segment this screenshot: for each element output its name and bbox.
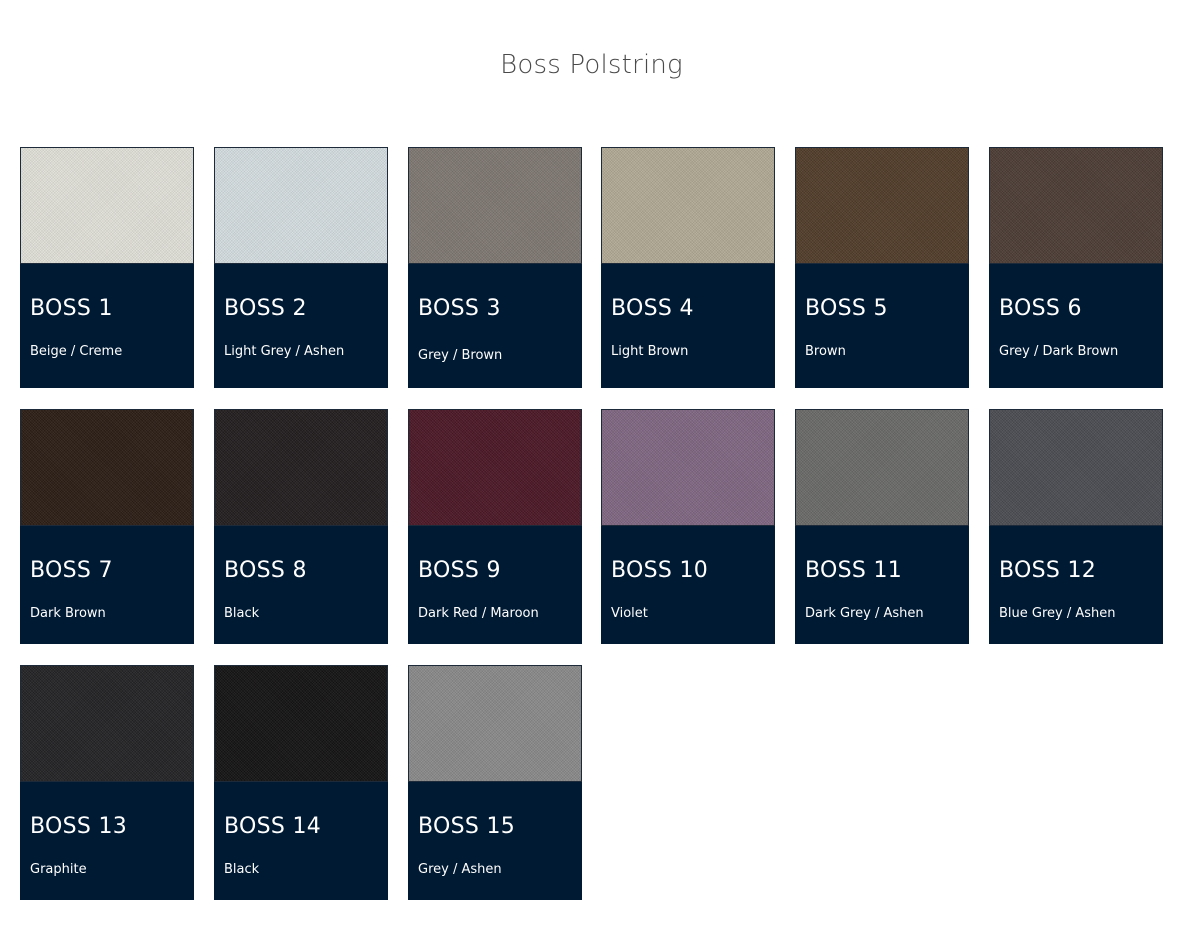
swatch-card-boss-12[interactable]: BOSS 12 Blue Grey / Ashen [989,409,1163,644]
swatch-card-boss-14[interactable]: BOSS 14 Black [214,665,388,900]
swatch-card-boss-8[interactable]: BOSS 8 Black [214,409,388,644]
swatch-color-name: Dark Grey / Ashen [805,606,924,621]
swatch-code: BOSS 5 [805,296,888,321]
fabric-swatch [795,147,969,264]
swatch-code: BOSS 9 [418,558,501,583]
fabric-swatch [214,409,388,526]
fabric-swatch [601,409,775,526]
swatch-card-boss-11[interactable]: BOSS 11 Dark Grey / Ashen [795,409,969,644]
fabric-swatch [408,147,582,264]
swatch-code: BOSS 8 [224,558,307,583]
fabric-swatch [989,147,1163,264]
swatch-code: BOSS 10 [611,558,709,583]
swatch-code: BOSS 14 [224,814,322,839]
swatch-color-name: Dark Red / Maroon [418,606,539,621]
swatch-color-name: Beige / Creme [30,344,123,359]
swatch-card-boss-1[interactable]: BOSS 1 Beige / Creme [20,147,194,388]
swatch-code: BOSS 12 [999,558,1097,583]
swatch-card-boss-6[interactable]: BOSS 6 Grey / Dark Brown [989,147,1163,388]
fabric-swatch [989,409,1163,526]
swatch-code: BOSS 11 [805,558,903,583]
swatch-card-boss-7[interactable]: BOSS 7 Dark Brown [20,409,194,644]
swatch-color-name: Brown [805,344,846,359]
swatch-color-name: Grey / Brown [418,348,503,363]
swatch-code: BOSS 1 [30,296,113,321]
fabric-swatch [20,147,194,264]
swatch-color-name: Graphite [30,862,87,877]
swatch-code: BOSS 6 [999,296,1082,321]
page-title: Boss Polstring [500,50,683,80]
swatch-card-boss-13[interactable]: BOSS 13 Graphite [20,665,194,900]
fabric-swatch [795,409,969,526]
fabric-swatch [214,147,388,264]
swatch-color-name: Grey / Dark Brown [999,344,1119,359]
fabric-swatch [601,147,775,264]
swatch-code: BOSS 15 [418,814,516,839]
fabric-swatch [408,665,582,782]
swatch-card-boss-10[interactable]: BOSS 10 Violet [601,409,775,644]
swatch-code: BOSS 3 [418,296,501,321]
swatch-color-name: Light Brown [611,344,689,359]
fabric-swatch [20,665,194,782]
swatch-color-name: Dark Brown [30,606,106,621]
fabric-swatch [214,665,388,782]
fabric-swatch [20,409,194,526]
swatch-color-name: Light Grey / Ashen [224,344,345,359]
swatch-card-boss-2[interactable]: BOSS 2 Light Grey / Ashen [214,147,388,388]
swatch-color-name: Black [224,862,260,877]
swatch-code: BOSS 2 [224,296,307,321]
swatch-color-name: Grey / Ashen [418,862,502,877]
swatch-card-boss-4[interactable]: BOSS 4 Light Brown [601,147,775,388]
swatch-card-boss-9[interactable]: BOSS 9 Dark Red / Maroon [408,409,582,644]
swatch-color-name: Black [224,606,260,621]
swatch-color-name: Violet [611,606,648,621]
swatch-card-boss-15[interactable]: BOSS 15 Grey / Ashen [408,665,582,900]
swatch-code: BOSS 13 [30,814,128,839]
swatch-code: BOSS 4 [611,296,694,321]
swatch-card-boss-3[interactable]: BOSS 3 Grey / Brown [408,147,582,388]
swatch-card-boss-5[interactable]: BOSS 5 Brown [795,147,969,388]
fabric-swatch [408,409,582,526]
swatch-color-name: Blue Grey / Ashen [999,606,1116,621]
swatch-code: BOSS 7 [30,558,113,583]
